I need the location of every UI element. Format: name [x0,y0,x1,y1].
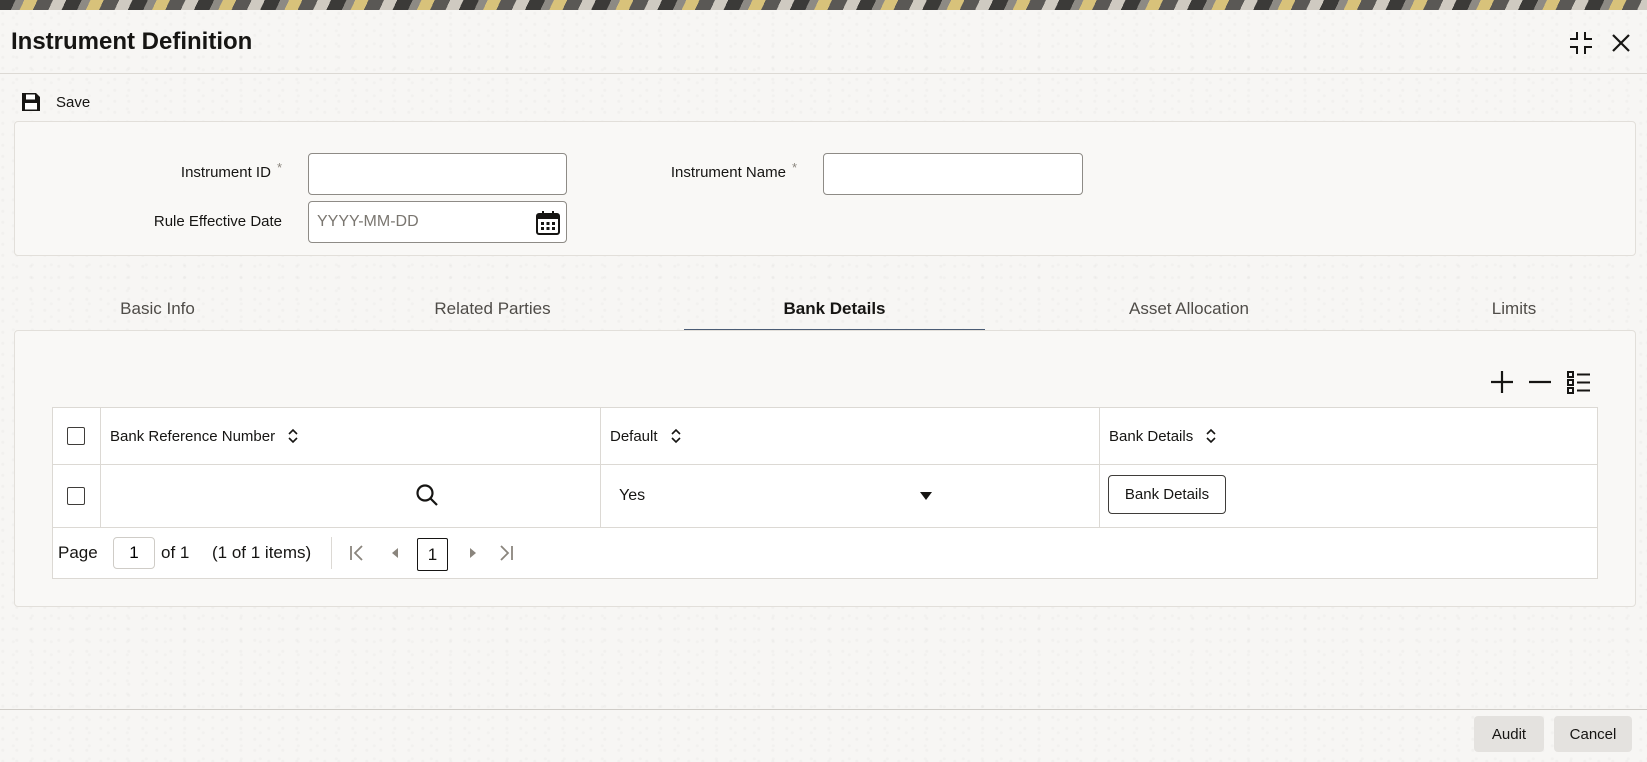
cancel-button[interactable]: Cancel [1554,716,1632,752]
next-page-icon[interactable] [463,543,483,563]
required-marker: * [791,160,797,175]
single-record-view-icon[interactable] [1565,368,1593,396]
tab-asset-allocation[interactable]: Asset Allocation [1100,280,1278,332]
pagination-divider [331,537,332,569]
sort-icon[interactable] [670,428,682,444]
column-label: Bank Reference Number [110,427,276,445]
page-label: Page [58,543,98,562]
save-icon [22,93,40,111]
previous-page-icon[interactable] [385,543,405,563]
minimize-icon[interactable] [1568,30,1594,56]
instrument-id-input[interactable] [308,153,567,195]
default-select[interactable]: Yes [601,465,1100,527]
row-checkbox[interactable] [67,487,85,505]
last-page-icon[interactable] [496,543,516,563]
bank-details-button[interactable]: Bank Details [1108,475,1226,514]
rule-effective-date-input[interactable] [308,201,567,243]
tab-bar: Basic Info Related Parties Bank Details … [0,280,1647,332]
column-header-bank-details[interactable]: Bank Details [1100,408,1597,464]
items-summary: (1 of 1 items) [212,543,312,562]
table-row: Yes Bank Details [53,465,1597,528]
tab-basic-info[interactable]: Basic Info [90,280,225,332]
column-label: Bank Details [1109,427,1194,445]
bank-details-cell: Bank Details [1100,465,1597,527]
page-title: Instrument Definition [11,28,253,55]
bank-details-table: Bank Reference Number Default Bank Detai… [52,407,1598,579]
sort-icon[interactable] [1205,428,1217,444]
row-select-cell [53,465,101,527]
table-header-row: Bank Reference Number Default Bank Detai… [53,408,1597,465]
required-marker: * [276,160,282,175]
select-all-checkbox[interactable] [67,427,85,445]
close-icon[interactable] [1608,30,1634,56]
column-label: Default [610,427,658,445]
tab-related-parties[interactable]: Related Parties [400,280,585,332]
instrument-name-label: Instrument Name * [640,160,797,181]
chevron-down-icon[interactable] [919,491,933,501]
audit-button[interactable]: Audit [1474,716,1544,752]
page-number-input[interactable] [113,537,155,569]
pagination-bar: Page of 1 (1 of 1 items) 1 [53,528,1597,578]
bank-reference-number-cell[interactable] [101,465,601,527]
page-count-label: of 1 [161,543,190,562]
select-all-cell [53,408,101,464]
rule-effective-date-label: Rule Effective Date [153,213,282,230]
search-icon[interactable] [414,482,440,508]
save-label: Save [56,93,91,111]
instrument-id-label: Instrument ID * [140,160,282,181]
tab-bank-details[interactable]: Bank Details [684,280,985,332]
first-page-icon[interactable] [347,543,367,563]
footer-divider [0,709,1647,710]
add-row-icon[interactable] [1488,368,1516,396]
save-button[interactable]: Save [20,88,90,116]
instrument-name-input[interactable] [823,153,1083,195]
instrument-id-label-text: Instrument ID [180,164,271,181]
calendar-icon[interactable] [535,210,561,236]
current-page-button[interactable]: 1 [417,538,448,571]
column-header-bank-reference-number[interactable]: Bank Reference Number [101,408,601,464]
instrument-name-label-text: Instrument Name [670,164,786,181]
column-header-default[interactable]: Default [601,408,1100,464]
tab-limits[interactable]: Limits [1470,280,1558,332]
default-select-value: Yes [619,487,646,504]
header-banner [0,0,1647,10]
title-bar: Instrument Definition [0,10,1647,74]
delete-row-icon[interactable] [1526,368,1554,396]
sort-icon[interactable] [287,428,299,444]
